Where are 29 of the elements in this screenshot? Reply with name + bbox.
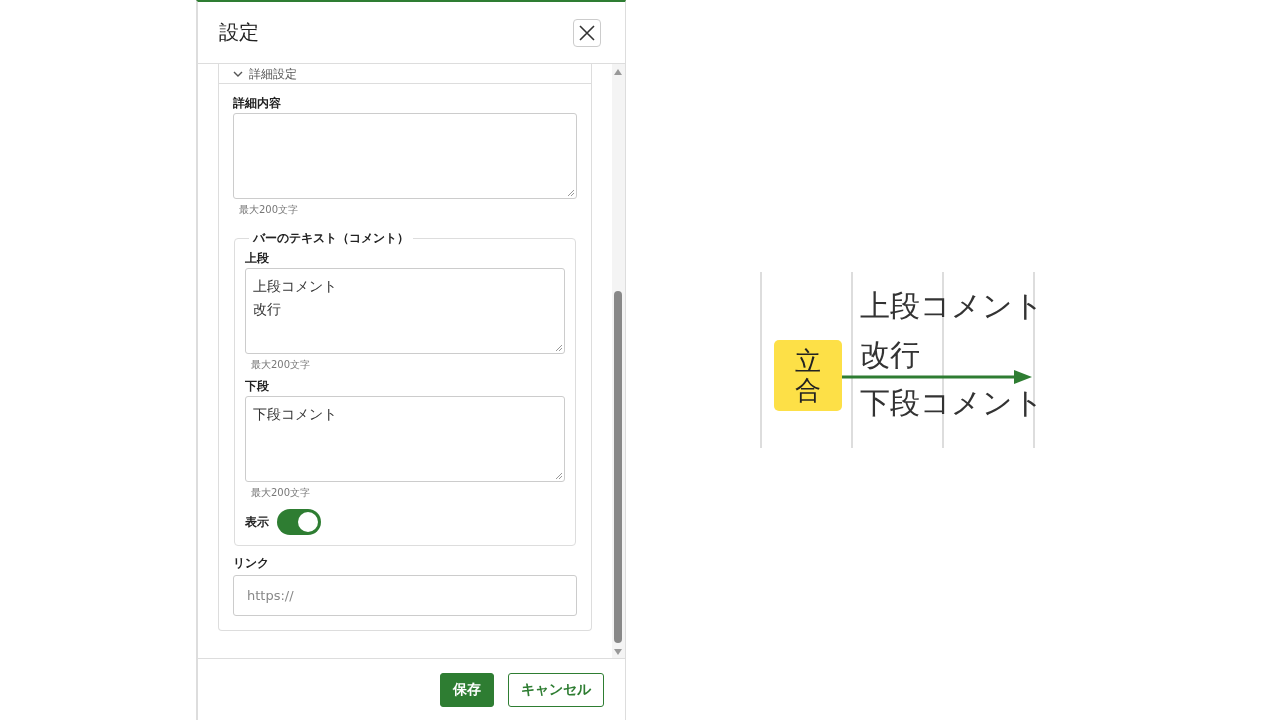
upper-comment-line: 改行 bbox=[860, 338, 920, 372]
resize-grip-icon[interactable] bbox=[555, 344, 562, 351]
text-area[interactable] bbox=[233, 113, 577, 199]
upper-comment-line: 上段コメント bbox=[860, 289, 1044, 323]
close-button[interactable] bbox=[573, 18, 601, 47]
group-legend: バーのテキスト（コメント） bbox=[249, 230, 413, 247]
toggle-switch[interactable] bbox=[277, 509, 321, 535]
scrollbar[interactable] bbox=[612, 64, 625, 658]
toggle-label: 表示 bbox=[245, 513, 269, 531]
cancel-button[interactable]: キャンセル bbox=[508, 672, 604, 707]
hint-text: 最大200文字 bbox=[239, 203, 300, 216]
text-area[interactable]: 上段コメント 改行 bbox=[245, 268, 565, 354]
resize-grip-icon[interactable] bbox=[555, 472, 562, 479]
lower-comment: 下段コメント bbox=[860, 386, 1044, 420]
hint-text: 最大200文字 bbox=[251, 358, 312, 371]
section-header[interactable]: 詳細設定 bbox=[219, 64, 591, 84]
save-button[interactable]: 保存 bbox=[440, 672, 494, 707]
field-label: リンク bbox=[233, 555, 270, 572]
resize-grip-icon[interactable] bbox=[567, 189, 574, 196]
chevron-icon bbox=[233, 70, 243, 77]
field-label: 上段 bbox=[245, 251, 270, 266]
text-area[interactable]: 下段コメント bbox=[245, 396, 565, 482]
hint-text: 最大200文字 bbox=[251, 486, 312, 499]
badge: 立合 bbox=[774, 340, 842, 411]
field-label: 詳細内容 bbox=[233, 96, 282, 111]
close-icon bbox=[579, 24, 595, 41]
dialog-title: 設定 bbox=[219, 19, 259, 46]
field-label: 下段 bbox=[245, 379, 270, 394]
link-field[interactable]: https:// bbox=[233, 575, 577, 616]
